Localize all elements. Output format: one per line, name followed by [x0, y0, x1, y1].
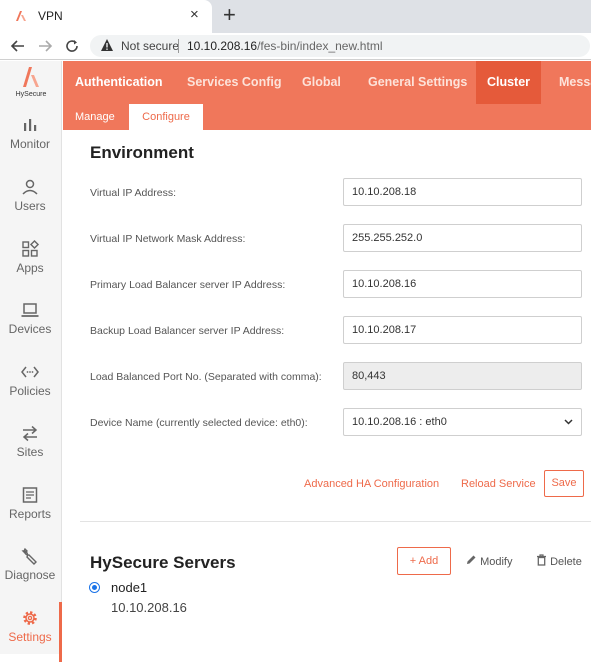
add-server-button[interactable]: + Add [397, 547, 451, 575]
subtab-configure[interactable]: Configure [129, 104, 203, 130]
reload-icon[interactable] [64, 38, 80, 54]
primary-lb-label: Primary Load Balancer server IP Address: [90, 279, 286, 291]
netmask-input[interactable]: 255.255.252.0 [343, 224, 582, 252]
sidebar-item-label: Monitor [9, 137, 50, 151]
sidebar-item-monitor[interactable]: Monitor [0, 109, 60, 169]
sidebar-item-label: Reports [8, 507, 52, 521]
browser-toolbar: Not secure 10.10.208.16/fes-bin/index_ne… [0, 33, 591, 60]
reload-service-link[interactable]: Reload Service [461, 478, 536, 490]
virtual-ip-input[interactable]: 10.10.208.18 [343, 178, 582, 206]
section-divider [80, 521, 591, 522]
url-text[interactable]: 10.10.208.16/fes-bin/index_new.html [187, 39, 382, 53]
backup-lb-input[interactable]: 10.10.208.17 [343, 316, 582, 344]
sidebar-item-label: Users [14, 199, 46, 213]
sidebar-item-sites[interactable]: Sites [0, 417, 60, 477]
hysecure-logo-icon [23, 67, 39, 87]
browser-tabstrip: VPN × + [0, 0, 591, 33]
sidebar-item-label: Settings [8, 630, 52, 644]
gear-icon [23, 611, 37, 625]
device-name-select[interactable]: 10.10.208.16 : eth0 [343, 408, 582, 436]
servers-heading: HySecure Servers [90, 553, 236, 572]
tab-messages[interactable]: Messa [559, 61, 591, 104]
environment-heading: Environment [90, 143, 194, 162]
trash-icon [537, 554, 546, 566]
apps-icon [22, 239, 40, 257]
delete-label: Delete [550, 556, 582, 568]
top-nav: Authentication Services Config Global Ge… [63, 61, 591, 104]
node-ip: 10.10.208.16 [111, 600, 187, 615]
primary-lb-input[interactable]: 10.10.208.16 [343, 270, 582, 298]
address-bar[interactable]: Not secure 10.10.208.16/fes-bin/index_ne… [90, 35, 590, 57]
bar-chart-icon [24, 119, 37, 131]
device-name-label: Device Name (currently selected device: … [90, 417, 308, 429]
sidebar-item-reports[interactable]: Reports [0, 479, 60, 539]
sidebar-item-label: Policies [9, 384, 51, 398]
add-label: Add [418, 555, 439, 567]
sidebar-item-devices[interactable]: Devices [0, 294, 60, 354]
sidebar-item-label: Apps [16, 261, 44, 275]
modify-server-button[interactable]: Modify [465, 554, 512, 568]
url-host: 10.10.208.16 [187, 39, 258, 53]
url-path: /fes-bin/index_new.html [257, 39, 383, 53]
modify-label: Modify [480, 556, 513, 568]
code-arrows-icon [21, 366, 39, 378]
lb-port-input: 80,443 [343, 362, 582, 390]
sidebar-item-settings[interactable]: Settings [0, 602, 62, 662]
laptop-icon [21, 303, 39, 317]
tab-services-config[interactable]: Services Config [187, 61, 281, 104]
back-icon[interactable] [10, 38, 26, 54]
not-secure-label[interactable]: Not secure [121, 39, 179, 53]
subtab-manage[interactable]: Manage [75, 104, 115, 130]
sidebar-item-apps[interactable]: Apps [0, 233, 60, 293]
advanced-ha-config-link[interactable]: Advanced HA Configuration [304, 478, 439, 490]
brand-name: HySecure [15, 91, 47, 98]
plus-icon: + [409, 555, 417, 567]
node-name: node1 [111, 580, 148, 595]
sidebar: HySecure Monitor Users Apps Devices Poli… [0, 61, 62, 662]
swap-arrows-icon [22, 425, 38, 442]
browser-tab[interactable]: VPN × [0, 0, 212, 33]
tab-cluster[interactable]: Cluster [476, 61, 541, 104]
tab-general-settings[interactable]: General Settings [368, 61, 467, 104]
tab-global[interactable]: Global [302, 61, 341, 104]
tab-title: VPN [38, 9, 63, 23]
wrench-icon [21, 547, 37, 565]
tab-authentication[interactable]: Authentication [75, 61, 163, 104]
lb-port-label: Load Balanced Port No. (Separated with c… [90, 371, 322, 383]
pencil-icon [467, 555, 476, 564]
node-radio[interactable] [89, 582, 100, 593]
virtual-ip-label: Virtual IP Address: [90, 187, 176, 199]
user-icon [22, 179, 38, 195]
chevron-down-icon [564, 419, 573, 425]
sidebar-item-label: Diagnose [4, 568, 56, 582]
forward-icon[interactable] [37, 38, 53, 54]
sidebar-item-label: Devices [8, 322, 52, 336]
warning-icon[interactable] [100, 38, 114, 52]
new-tab-button[interactable]: + [223, 4, 236, 26]
delete-server-button[interactable]: Delete [536, 554, 582, 568]
hysecure-logo[interactable]: HySecure [0, 61, 62, 105]
device-name-value: 10.10.208.16 : eth0 [352, 416, 447, 428]
sidebar-item-label: Sites [16, 445, 44, 459]
sidebar-item-policies[interactable]: Policies [0, 356, 60, 416]
hysecure-favicon-icon [16, 11, 26, 21]
url-separator [178, 39, 179, 53]
sidebar-item-diagnose[interactable]: Diagnose [0, 540, 60, 600]
report-icon [22, 487, 38, 503]
sub-nav: Manage Configure [63, 104, 591, 130]
sidebar-item-users[interactable]: Users [0, 171, 60, 231]
save-button[interactable]: Save [544, 470, 584, 497]
tab-close-icon[interactable]: × [190, 7, 199, 23]
netmask-label: Virtual IP Network Mask Address: [90, 233, 246, 245]
main-content: Environment Virtual IP Address: 10.10.20… [63, 130, 591, 654]
backup-lb-label: Backup Load Balancer server IP Address: [90, 325, 285, 337]
